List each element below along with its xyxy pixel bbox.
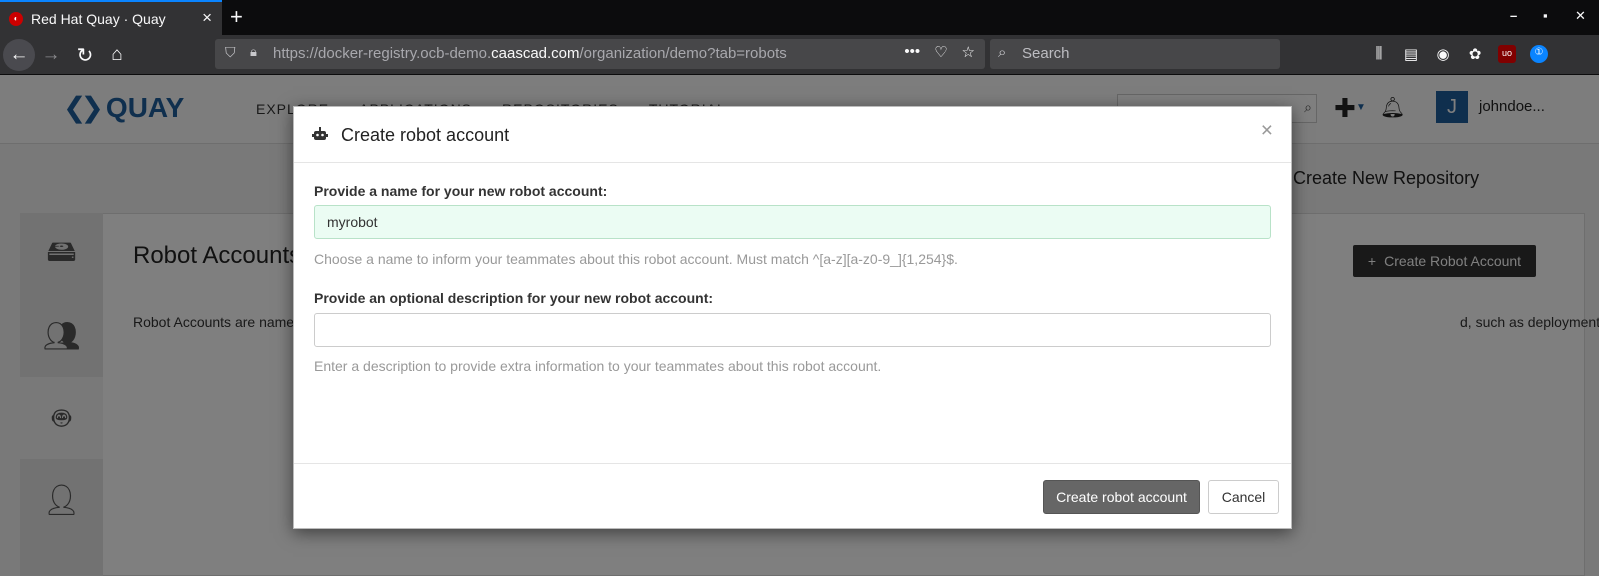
close-icon[interactable]: × xyxy=(1261,119,1273,143)
robot-description-help: Enter a description to provide extra inf… xyxy=(314,358,882,374)
new-tab-icon[interactable]: + xyxy=(230,4,243,30)
browser-navigation-bar: ← → ↻ ⌂ ⛉ 🔒︎ https://docker-registry.ocb… xyxy=(0,35,1599,75)
search-icon: ⌕ xyxy=(998,44,1007,61)
robot-description-input[interactable] xyxy=(314,313,1271,347)
ublock-icon[interactable]: uo xyxy=(1498,45,1516,63)
robot-icon xyxy=(312,127,328,140)
account-icon[interactable]: ◉ xyxy=(1434,45,1452,63)
modal-footer: Create robot account Cancel xyxy=(294,463,1291,528)
robot-name-input[interactable] xyxy=(314,205,1271,239)
tab-close-icon[interactable]: × xyxy=(202,9,212,27)
modal-title: Create robot account xyxy=(341,125,510,145)
url-text[interactable]: https://docker-registry.ocb-demo.caascad… xyxy=(273,45,787,62)
extension-icon[interactable]: ✿ xyxy=(1466,45,1484,63)
tab-title: Red Hat Quay · Quay xyxy=(31,10,166,27)
search-placeholder: Search xyxy=(1022,45,1070,62)
reload-icon[interactable]: ↻ xyxy=(69,39,101,71)
window-maximize-icon[interactable]: ▪ xyxy=(1543,8,1548,23)
url-bar[interactable]: ⛉ 🔒︎ https://docker-registry.ocb-demo.ca… xyxy=(215,39,985,69)
modal-header: Create robot account × xyxy=(294,107,1291,163)
robot-name-help: Choose a name to inform your teammates a… xyxy=(314,251,958,267)
quay-favicon-icon: ◐ xyxy=(9,11,23,26)
url-prefix: https://docker-registry.ocb-demo. xyxy=(273,45,492,62)
browser-tab-active[interactable]: ◐ Red Hat Quay · Quay × xyxy=(0,0,222,35)
bookmark-star-icon[interactable]: ☆ xyxy=(962,43,975,61)
browser-tab-strip: ◐ Red Hat Quay · Quay × + – ▪ ✕ xyxy=(0,0,1599,35)
shield-icon[interactable]: ⛉ xyxy=(225,44,236,61)
sidebar-icon[interactable]: ▤ xyxy=(1402,45,1420,63)
pocket-icon[interactable]: ♡ xyxy=(934,43,947,61)
home-icon[interactable]: ⌂ xyxy=(101,39,133,71)
url-suffix: /organization/demo?tab=robots xyxy=(579,45,787,62)
robot-name-label: Provide a name for your new robot accoun… xyxy=(314,183,608,199)
url-host: caascad.com xyxy=(491,45,580,62)
window-minimize-icon[interactable]: – xyxy=(1510,8,1517,23)
forward-arrow-icon[interactable]: → xyxy=(35,39,67,71)
more-icon[interactable]: ••• xyxy=(904,43,920,61)
browser-search-bar[interactable]: ⌕ Search xyxy=(990,39,1280,69)
create-robot-modal: Create robot account × Provide a name fo… xyxy=(293,106,1292,529)
back-arrow-icon[interactable]: ← xyxy=(3,39,35,71)
lock-icon[interactable]: 🔒︎ xyxy=(250,44,257,60)
window-close-icon[interactable]: ✕ xyxy=(1575,8,1586,24)
password-manager-icon[interactable]: ① xyxy=(1530,45,1548,63)
cancel-button[interactable]: Cancel xyxy=(1208,480,1279,514)
robot-description-label: Provide an optional description for your… xyxy=(314,290,714,306)
create-robot-account-submit-button[interactable]: Create robot account xyxy=(1043,480,1200,514)
library-icon[interactable]: ⫼ xyxy=(1370,45,1388,63)
